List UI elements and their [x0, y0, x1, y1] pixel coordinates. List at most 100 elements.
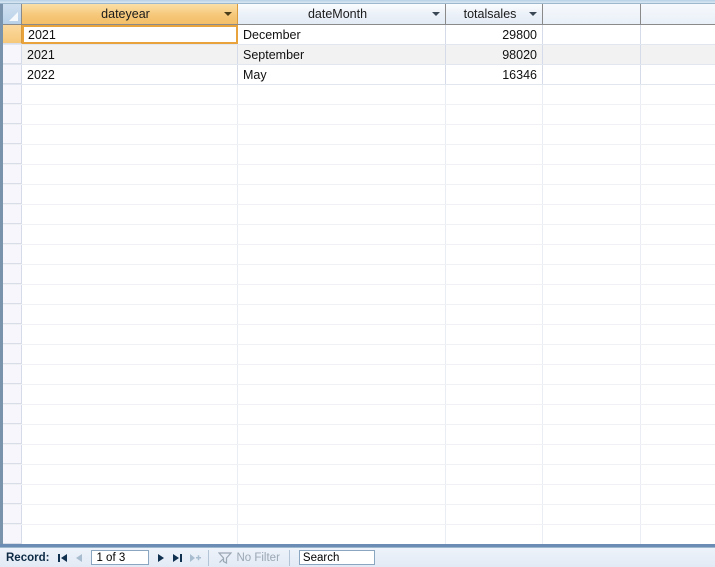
empty-cell: [446, 225, 543, 244]
empty-row-selector: [3, 465, 22, 484]
cell-dateyear[interactable]: 2021: [22, 25, 238, 44]
empty-cell: [446, 85, 543, 104]
empty-cell: [543, 325, 641, 344]
empty-cell: [641, 205, 715, 224]
empty-cell: [238, 205, 446, 224]
previous-record-icon[interactable]: [71, 550, 88, 566]
table-row[interactable]: 2021 September 98020: [3, 45, 715, 65]
rows-host: 2021 December 29800 2021 September 98020 2022 M…: [3, 25, 715, 85]
empty-cell: [22, 245, 238, 264]
empty-row: [3, 425, 715, 445]
cell-totalsales[interactable]: 16346: [446, 65, 543, 84]
search-input[interactable]: Search: [298, 550, 375, 565]
table-row[interactable]: 2022 May 16346: [3, 65, 715, 85]
empty-cell: [22, 225, 238, 244]
empty-cell: [22, 425, 238, 444]
empty-cell: [641, 245, 715, 264]
row-selector[interactable]: [3, 25, 22, 44]
empty-cell: [22, 205, 238, 224]
empty-row: [3, 345, 715, 365]
empty-cell: [238, 305, 446, 324]
empty-cell: [238, 465, 446, 484]
empty-row: [3, 485, 715, 505]
empty-row-selector: [3, 225, 22, 244]
empty-cell: [641, 485, 715, 504]
chevron-down-icon-totalsales[interactable]: [529, 12, 537, 16]
empty-row: [3, 265, 715, 285]
chevron-down-icon-dateMonth[interactable]: [432, 12, 440, 16]
row-selector[interactable]: [3, 45, 22, 64]
record-navigation-bar: Record: 1 of 3 No Filter Search: [0, 547, 715, 567]
cell-empty-1: [543, 25, 641, 44]
empty-cell: [641, 265, 715, 284]
empty-cell: [446, 165, 543, 184]
select-all-button[interactable]: [3, 4, 22, 24]
empty-cell: [543, 345, 641, 364]
empty-cell: [238, 525, 446, 544]
empty-row-selector: [3, 485, 22, 504]
chevron-down-icon-dateyear[interactable]: [224, 12, 232, 16]
new-record-glyph: [189, 553, 201, 562]
empty-cell: [22, 445, 238, 464]
empty-row: [3, 445, 715, 465]
empty-row: [3, 245, 715, 265]
empty-row-selector: [3, 445, 22, 464]
cell-totalsales[interactable]: 98020: [446, 45, 543, 64]
empty-cell: [446, 265, 543, 284]
table-row[interactable]: 2021 December 29800: [3, 25, 715, 45]
empty-cell: [22, 305, 238, 324]
cell-dateyear[interactable]: 2021: [22, 45, 238, 64]
empty-rows-host: [3, 85, 715, 545]
empty-cell: [446, 445, 543, 464]
empty-cell: [543, 445, 641, 464]
nav-separator-1: [208, 549, 210, 566]
next-record-icon[interactable]: [152, 550, 169, 566]
last-record-icon[interactable]: [169, 550, 186, 566]
empty-cell: [641, 365, 715, 384]
cell-empty-1: [543, 65, 641, 84]
previous-record-glyph: [76, 553, 83, 562]
column-header-dateyear[interactable]: dateyear: [22, 4, 238, 24]
empty-row: [3, 225, 715, 245]
empty-cell: [22, 265, 238, 284]
empty-row-selector: [3, 105, 22, 124]
record-label: Record:: [6, 551, 50, 564]
empty-row-selector: [3, 345, 22, 364]
empty-row: [3, 405, 715, 425]
empty-cell: [238, 285, 446, 304]
new-record-icon[interactable]: [186, 550, 203, 566]
empty-cell: [641, 85, 715, 104]
empty-row-selector: [3, 245, 22, 264]
empty-cell: [543, 405, 641, 424]
column-header-dateMonth[interactable]: dateMonth: [238, 4, 446, 24]
current-record-input[interactable]: 1 of 3: [91, 550, 150, 565]
cell-dateMonth[interactable]: December: [238, 25, 446, 44]
empty-cell: [641, 465, 715, 484]
empty-cell: [543, 85, 641, 104]
empty-cell: [22, 125, 238, 144]
first-record-icon[interactable]: [54, 550, 71, 566]
empty-cell: [238, 145, 446, 164]
row-selector[interactable]: [3, 65, 22, 84]
empty-cell: [238, 165, 446, 184]
empty-row: [3, 385, 715, 405]
empty-cell: [22, 185, 238, 204]
datasheet-grid: dateyear dateMonth totalsales 2021 Decemb…: [0, 4, 715, 547]
column-header-totalsales[interactable]: totalsales: [446, 4, 543, 24]
empty-cell: [543, 305, 641, 324]
cell-dateMonth[interactable]: September: [238, 45, 446, 64]
empty-row-selector: [3, 505, 22, 524]
column-header-empty-2: [641, 4, 715, 24]
cell-totalsales[interactable]: 29800: [446, 25, 543, 44]
empty-cell: [641, 505, 715, 524]
empty-cell: [641, 405, 715, 424]
cell-dateMonth[interactable]: May: [238, 65, 446, 84]
cell-dateyear[interactable]: 2022: [22, 65, 238, 84]
empty-cell: [238, 445, 446, 464]
empty-cell: [543, 245, 641, 264]
empty-cell: [238, 345, 446, 364]
column-header-empty-1: [543, 4, 641, 24]
filter-status-button[interactable]: No Filter: [214, 552, 283, 564]
column-header-label-dateMonth: dateMonth: [307, 7, 368, 21]
empty-row-selector: [3, 165, 22, 184]
